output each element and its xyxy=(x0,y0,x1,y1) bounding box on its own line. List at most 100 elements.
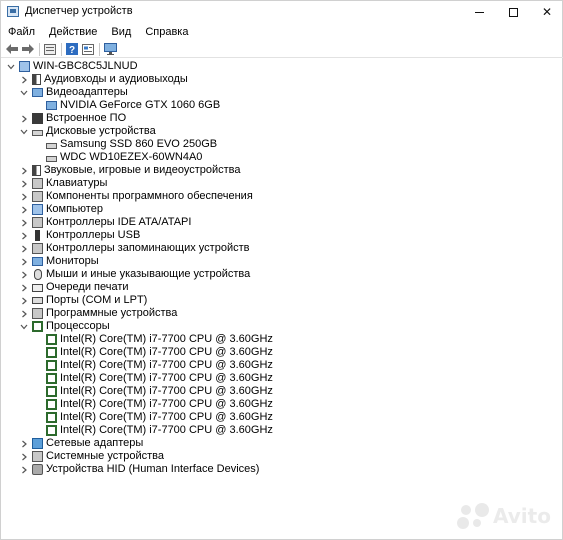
chevron-right-icon[interactable] xyxy=(19,268,29,281)
tree-category[interactable]: Мыши и иные указывающие устройства xyxy=(19,268,250,281)
tree-device[interactable]: Intel(R) Core(TM) i7-7700 CPU @ 3.60GHz xyxy=(46,372,273,385)
menu-file[interactable]: Файл xyxy=(1,24,42,40)
chevron-right-icon[interactable] xyxy=(19,255,29,268)
tree-category[interactable]: Видеоадаптеры xyxy=(19,86,128,99)
chevron-right-icon[interactable] xyxy=(19,73,29,86)
display-adapter-icon xyxy=(32,87,43,97)
tree-category-label: Встроенное ПО xyxy=(46,112,127,124)
display-adapter-icon xyxy=(46,100,57,110)
tree-category[interactable]: Процессоры xyxy=(19,320,110,333)
tree-category[interactable]: Программные устройства xyxy=(19,307,177,320)
processor-icon xyxy=(46,425,57,436)
tree-category[interactable]: Устройства HID (Human Interface Devices) xyxy=(19,463,259,476)
tree-device[interactable]: Intel(R) Core(TM) i7-7700 CPU @ 3.60GHz xyxy=(46,359,273,372)
tree-category[interactable]: Очереди печати xyxy=(19,281,129,294)
chevron-down-icon[interactable] xyxy=(19,86,29,99)
tree-category[interactable]: Сетевые адаптеры xyxy=(19,437,143,450)
tree-device[interactable]: Intel(R) Core(TM) i7-7700 CPU @ 3.60GHz xyxy=(46,385,273,398)
tree-device[interactable]: WDC WD10EZEX-60WN4A0 xyxy=(46,151,202,164)
tree-device-label: Intel(R) Core(TM) i7-7700 CPU @ 3.60GHz xyxy=(60,372,273,384)
view-button[interactable] xyxy=(81,42,95,56)
tree-device-label: Intel(R) Core(TM) i7-7700 CPU @ 3.60GHz xyxy=(60,359,273,371)
chevron-down-icon[interactable] xyxy=(19,320,29,333)
mouse-icon xyxy=(34,269,42,280)
disk-drive-icon xyxy=(32,129,43,136)
tree-device[interactable]: Intel(R) Core(TM) i7-7700 CPU @ 3.60GHz xyxy=(46,398,273,411)
hid-icon xyxy=(32,464,43,475)
tree-category[interactable]: Встроенное ПО xyxy=(19,112,126,125)
tree-category-label: Сетевые адаптеры xyxy=(46,437,144,449)
close-button[interactable]: ✕ xyxy=(530,1,563,23)
chevron-right-icon[interactable] xyxy=(19,112,29,125)
chevron-right-icon[interactable] xyxy=(19,229,29,242)
tree-category[interactable]: Компьютер xyxy=(19,203,103,216)
tree-category[interactable]: Компоненты программного обеспечения xyxy=(19,190,253,203)
tree-category-label: Очереди печати xyxy=(46,281,129,293)
tree-category[interactable]: Порты (COM и LPT) xyxy=(19,294,147,307)
chevron-down-icon[interactable] xyxy=(6,60,16,73)
tree-category[interactable]: Системные устройства xyxy=(19,450,164,463)
tree-category[interactable]: Мониторы xyxy=(19,255,99,268)
svg-text:?: ? xyxy=(69,45,75,55)
chevron-down-icon[interactable] xyxy=(19,125,29,138)
menu-view[interactable]: Вид xyxy=(104,24,138,40)
tree-category[interactable]: Контроллеры запоминающих устройств xyxy=(19,242,249,255)
disk-drive-icon xyxy=(46,142,57,149)
back-button[interactable] xyxy=(5,42,19,56)
processor-icon xyxy=(46,360,57,371)
tree-device-label: Intel(R) Core(TM) i7-7700 CPU @ 3.60GHz xyxy=(60,333,273,345)
tree-device[interactable]: Samsung SSD 860 EVO 250GB xyxy=(46,138,217,151)
tree-category-label: Звуковые, игровые и видеоустройства xyxy=(44,164,241,176)
port-icon xyxy=(32,297,43,304)
tree-category[interactable]: Клавиатуры xyxy=(19,177,107,190)
tree-device[interactable]: Intel(R) Core(TM) i7-7700 CPU @ 3.60GHz xyxy=(46,333,273,346)
tree-category[interactable]: Звуковые, игровые и видеоустройства xyxy=(19,164,241,177)
tree-device[interactable]: NVIDIA GeForce GTX 1060 6GB xyxy=(46,99,220,112)
disk-drive-icon xyxy=(46,155,57,162)
monitor-icon xyxy=(103,43,117,55)
scan-hardware-button[interactable] xyxy=(103,42,117,56)
chevron-right-icon[interactable] xyxy=(19,307,29,320)
chevron-right-icon[interactable] xyxy=(19,203,29,216)
chevron-right-icon[interactable] xyxy=(19,177,29,190)
speaker-icon xyxy=(32,74,41,85)
device-manager-window: Диспетчер устройств ✕ Файл Действие Вид … xyxy=(0,0,563,540)
properties-button[interactable] xyxy=(43,42,57,56)
tree-root-computer[interactable]: WIN-GBC8C5JLNUD xyxy=(6,60,138,73)
chevron-right-icon[interactable] xyxy=(19,281,29,294)
software-component-icon xyxy=(32,191,43,202)
help-button[interactable]: ? xyxy=(65,42,79,56)
maximize-button[interactable] xyxy=(496,1,530,23)
tree-device[interactable]: Intel(R) Core(TM) i7-7700 CPU @ 3.60GHz xyxy=(46,411,273,424)
window-title: Диспетчер устройств xyxy=(25,5,133,17)
forward-button[interactable] xyxy=(21,42,35,56)
chevron-right-icon[interactable] xyxy=(19,463,29,476)
chevron-right-icon[interactable] xyxy=(19,164,29,177)
chevron-right-icon[interactable] xyxy=(19,294,29,307)
tree-category[interactable]: Дисковые устройства xyxy=(19,125,156,138)
tree-device[interactable]: Intel(R) Core(TM) i7-7700 CPU @ 3.60GHz xyxy=(46,424,273,437)
tree-category[interactable]: Аудиовходы и аудиовыходы xyxy=(19,73,188,86)
processor-icon xyxy=(46,373,57,384)
chevron-right-icon[interactable] xyxy=(19,437,29,450)
minimize-icon xyxy=(474,11,484,13)
toolbar-separator xyxy=(39,43,40,56)
monitor-icon xyxy=(32,256,43,266)
device-manager-app-icon xyxy=(7,6,19,17)
tree-category-label: Программные устройства xyxy=(46,307,178,319)
chevron-right-icon[interactable] xyxy=(19,242,29,255)
minimize-button[interactable] xyxy=(462,1,496,23)
chevron-right-icon[interactable] xyxy=(19,216,29,229)
tree-device-label: WDC WD10EZEX-60WN4A0 xyxy=(60,151,203,163)
chevron-right-icon[interactable] xyxy=(19,190,29,203)
tree-category[interactable]: Контроллеры IDE ATA/ATAPI xyxy=(19,216,191,229)
chevron-right-icon[interactable] xyxy=(19,450,29,463)
tree-root-computer-label: WIN-GBC8C5JLNUD xyxy=(33,60,138,72)
maximize-icon xyxy=(508,7,518,17)
menu-action[interactable]: Действие xyxy=(42,24,104,40)
computer-icon xyxy=(32,204,43,215)
tree-category[interactable]: Контроллеры USB xyxy=(19,229,140,242)
processor-icon xyxy=(46,334,57,345)
tree-device[interactable]: Intel(R) Core(TM) i7-7700 CPU @ 3.60GHz xyxy=(46,346,273,359)
menu-help[interactable]: Справка xyxy=(138,24,195,40)
